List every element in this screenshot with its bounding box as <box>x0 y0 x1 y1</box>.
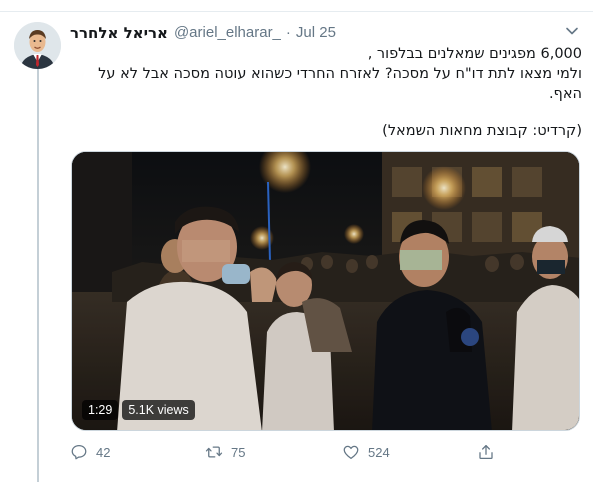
video-duration: 1:29 <box>82 400 119 420</box>
tweet-text: 6,000 מפגינים שמאלנים בבלפור , ולמי מצאו… <box>70 44 582 141</box>
reply-button[interactable]: 42 <box>70 441 110 463</box>
caret-down-icon[interactable] <box>565 24 579 38</box>
credit-line: (קרדיט: קבוצת מחאות השמאל) <box>382 123 582 139</box>
like-button[interactable]: 524 <box>342 441 390 463</box>
like-icon <box>343 445 359 460</box>
like-count: 524 <box>368 444 390 460</box>
retweet-button[interactable]: 75 <box>205 441 245 463</box>
user-handle[interactable]: @ariel_elharar_ <box>174 23 281 43</box>
display-name[interactable]: אריאל אלחרר <box>70 23 168 43</box>
thread-line <box>37 66 39 482</box>
separator-dot: · <box>285 24 291 41</box>
share-icon <box>479 444 493 460</box>
retweet-icon <box>205 446 223 458</box>
reply-count: 42 <box>96 444 111 460</box>
tweet-header: אריאל אלחרר @ariel_elharar_ · Jul 25 <box>70 23 580 43</box>
top-divider <box>0 0 593 12</box>
tweet-actions: 42 75 524 <box>70 441 510 463</box>
video-views: 5.1K views <box>122 400 195 420</box>
tweet-date[interactable]: Jul 25 <box>296 23 336 43</box>
reply-icon <box>71 444 87 460</box>
retweet-count: 75 <box>231 444 246 460</box>
tweet-text-line: 6,000 מפגינים שמאלנים בבלפור , <box>367 46 582 62</box>
tweet-text-line: האף. <box>548 86 582 102</box>
avatar-image <box>14 22 61 69</box>
video-frame <box>72 152 579 430</box>
avatar[interactable] <box>14 22 61 69</box>
share-button[interactable] <box>477 441 495 463</box>
video-player[interactable]: 1:29 5.1K views <box>71 151 580 431</box>
tweet-text-line: ולמי מצאו לתת דו"ח על מסכה? לאזרח החרדי … <box>98 66 582 82</box>
video-meta: 1:29 5.1K views <box>82 400 195 420</box>
